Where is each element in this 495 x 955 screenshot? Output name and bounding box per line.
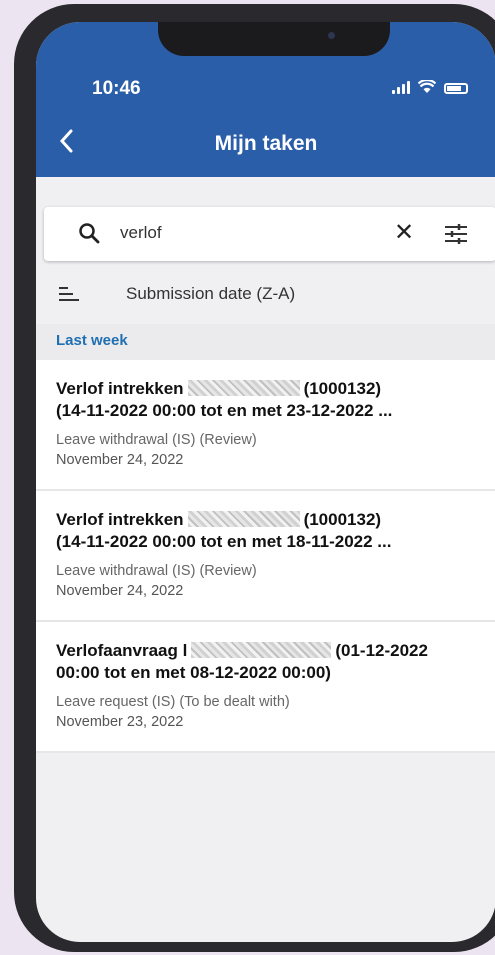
task-date: November 23, 2022 [56, 714, 184, 730]
task-title-suffix: (1000132) [303, 510, 382, 529]
redacted-name [191, 642, 332, 658]
group-header: Last week [36, 324, 495, 360]
task-type: Leave withdrawal (IS) (Review) [56, 432, 257, 448]
task-title-prefix: Verlofaanvraag l [56, 641, 188, 660]
task-type: Leave request (IS) (To be dealt with) [56, 694, 290, 710]
task-title-line2: (14-11-2022 00:00 tot en met 18-11-2022 … [56, 532, 392, 551]
sort-label: Submission date (Z-A) [126, 284, 296, 303]
task-type: Leave withdrawal (IS) (Review) [56, 563, 257, 579]
task-title-line2: 00:00 tot en met 08-12-2022 00:00) [56, 663, 331, 682]
redacted-name [187, 511, 300, 527]
app-header: 10:46 Mijn taken [36, 22, 495, 177]
camera-dot [328, 32, 335, 39]
clear-search-button[interactable]: ✕ [394, 218, 414, 247]
battery-icon [444, 83, 468, 94]
task-title-line2: (14-11-2022 00:00 tot en met 23-12-2022 … [56, 401, 393, 420]
task-date: November 24, 2022 [56, 583, 184, 599]
task-item[interactable]: Verlofaanvraag l (01-12-2022 00:00 tot en… [36, 622, 495, 753]
status-time: 10:46 [92, 78, 141, 99]
task-title-line1: Verlof intrekken (1000132) [56, 509, 476, 531]
search-icon [79, 223, 100, 244]
wifi-icon [418, 80, 436, 93]
status-icons [392, 80, 468, 94]
task-list: Verlof intrekken (1000132) (14-11-2022 00… [36, 360, 495, 753]
page-title: Mijn taken [214, 132, 318, 155]
signal-icon [392, 80, 410, 94]
task-title-suffix: (1000132) [303, 379, 382, 398]
sort-icon [59, 287, 79, 301]
sort-control[interactable]: Submission date (Z-A) [36, 274, 495, 318]
task-title-suffix: (01-12-2022 [335, 641, 428, 660]
search-input[interactable]: verlof [120, 223, 162, 243]
search-bar[interactable]: verlof ✕ [44, 207, 495, 261]
task-item[interactable]: Verlof intrekken (1000132) (14-11-2022 00… [36, 360, 495, 491]
task-title-line1: Verlof intrekken (1000132) [56, 378, 476, 400]
task-title-prefix: Verlof intrekken [56, 510, 184, 529]
device-notch [158, 22, 390, 56]
app-screen: 10:46 Mijn taken verlof ✕ Submission dat… [36, 22, 495, 942]
task-item[interactable]: Verlof intrekken (1000132) (14-11-2022 00… [36, 491, 495, 622]
redacted-name [187, 380, 300, 396]
task-title-line1: Verlofaanvraag l (01-12-2022 [56, 640, 476, 662]
task-title-prefix: Verlof intrekken [56, 379, 184, 398]
group-label: Last week [56, 332, 128, 349]
phone-frame: 10:46 Mijn taken verlof ✕ Submission dat… [14, 4, 495, 952]
filter-sliders-icon[interactable] [444, 223, 468, 245]
task-date: November 24, 2022 [56, 452, 184, 468]
